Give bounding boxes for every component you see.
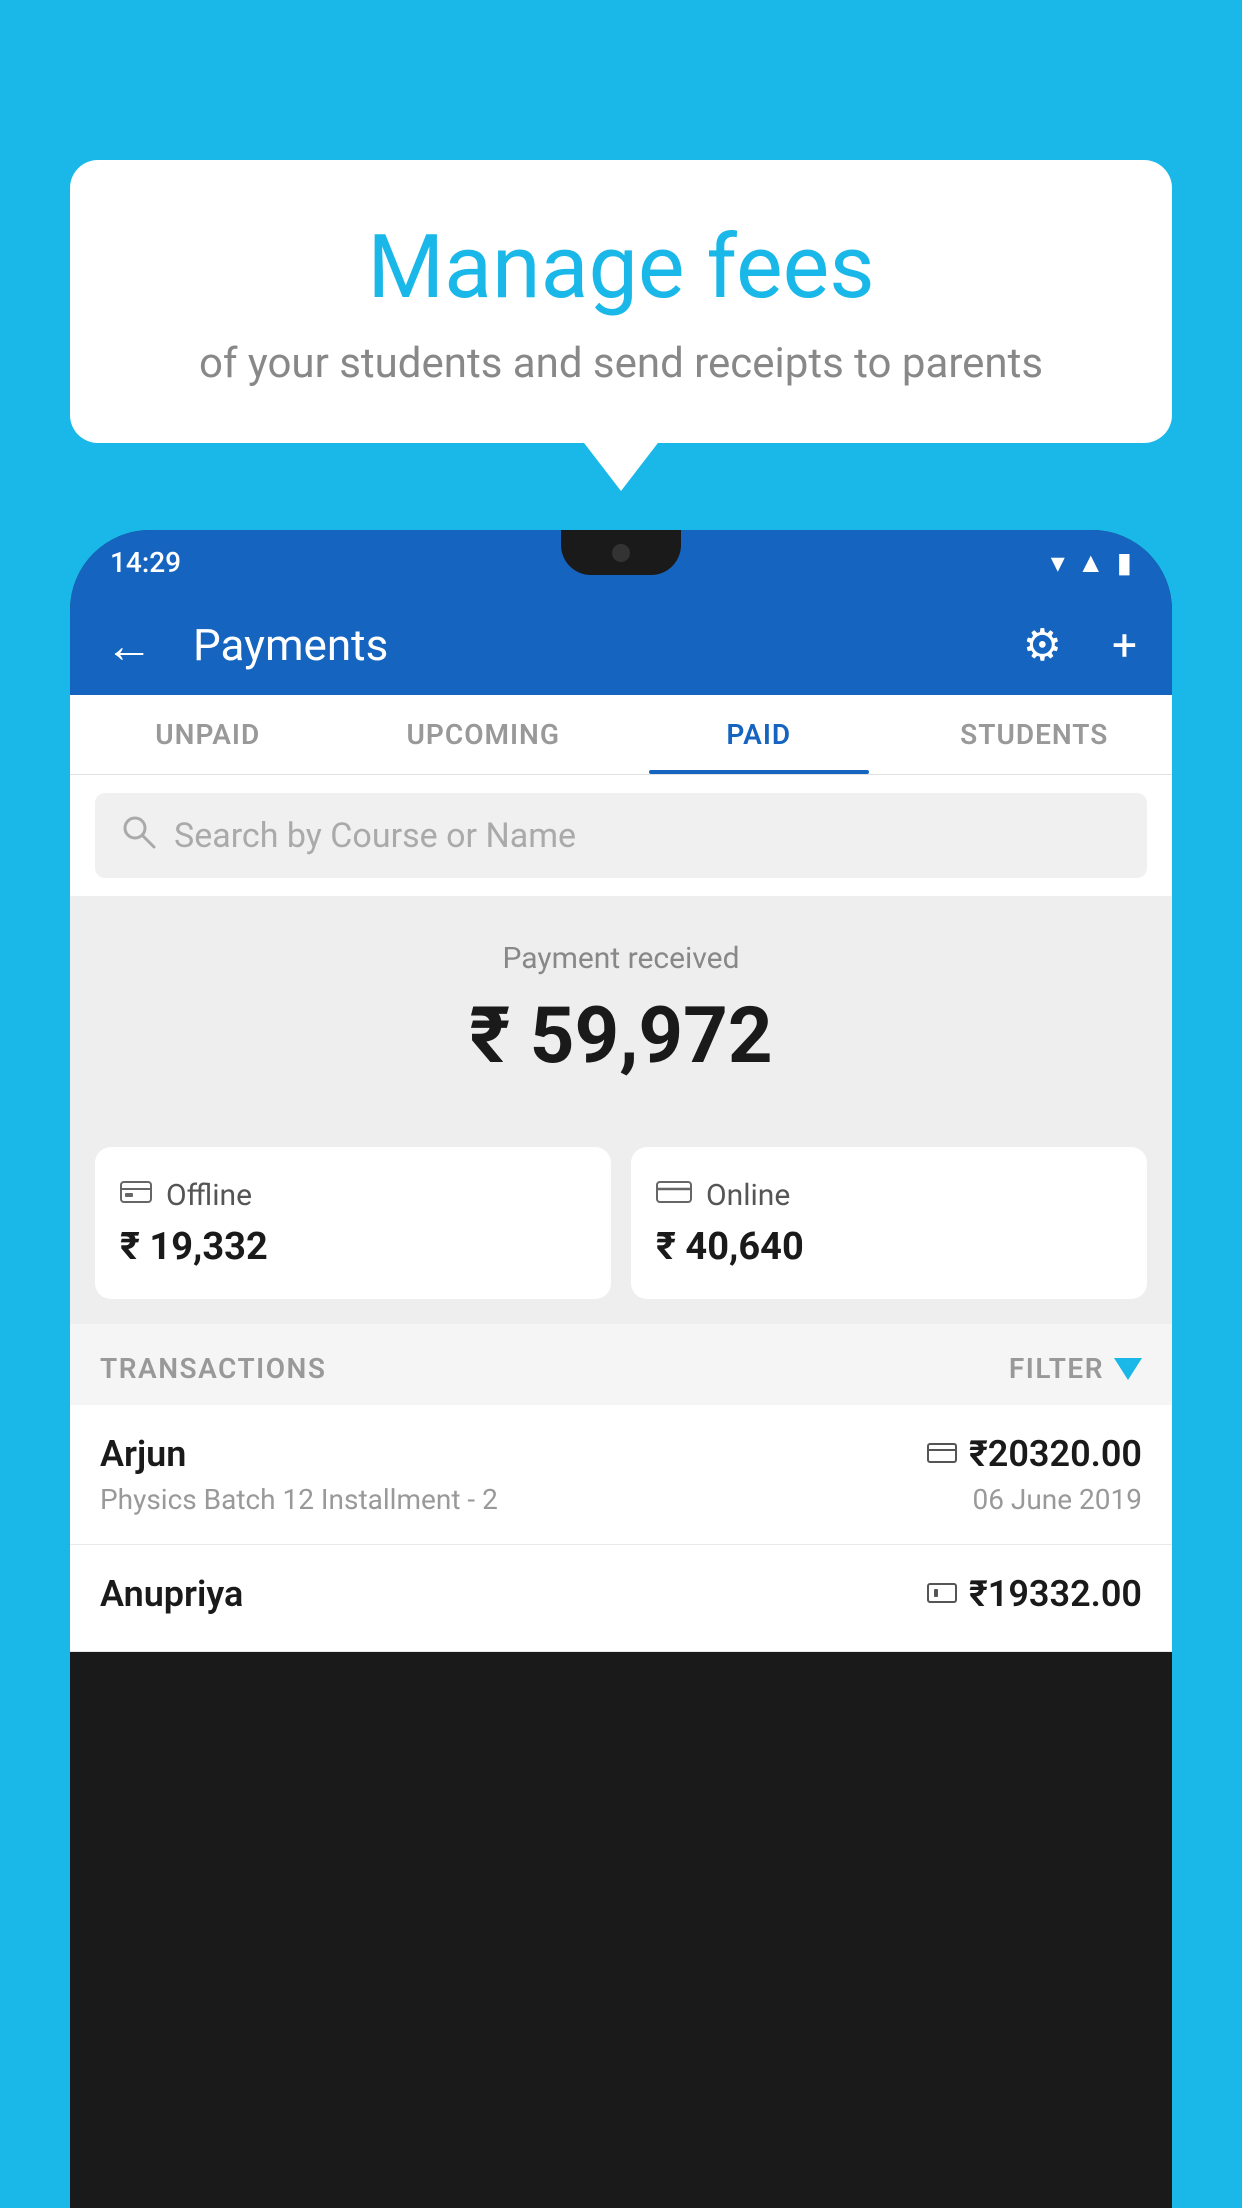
online-card-top: Online [656, 1177, 1122, 1213]
filter-button[interactable]: FILTER [1009, 1352, 1142, 1385]
offline-amount: ₹ 19,332 [120, 1225, 586, 1269]
status-icons: ▾ ▲ ▮ [1051, 546, 1132, 579]
camera [612, 544, 630, 562]
battery-icon: ▮ [1117, 546, 1132, 579]
transaction-amount-value: ₹19332.00 [969, 1573, 1142, 1615]
phone-frame: 14:29 ▾ ▲ ▮ ← Payments ⚙ + UNPAID UPCOMI… [70, 530, 1172, 2208]
transaction-row[interactable]: Anupriya ₹19332.00 [70, 1545, 1172, 1652]
payment-received-label: Payment received [70, 941, 1172, 976]
search-bar-wrap: Search by Course or Name [70, 775, 1172, 896]
tab-upcoming[interactable]: UPCOMING [346, 695, 622, 774]
phone-notch [561, 530, 681, 575]
status-time: 14:29 [110, 546, 181, 579]
online-amount: ₹ 40,640 [656, 1225, 1122, 1269]
tabs-bar: UNPAID UPCOMING PAID STUDENTS [70, 695, 1172, 775]
tab-paid[interactable]: PAID [621, 695, 897, 774]
online-label: Online [706, 1178, 790, 1213]
offline-icon [120, 1177, 152, 1213]
bubble-title: Manage fees [120, 220, 1122, 317]
filter-triangle-icon [1114, 1358, 1142, 1380]
tab-unpaid[interactable]: UNPAID [70, 695, 346, 774]
filter-label: FILTER [1009, 1352, 1104, 1385]
transaction-amount-value: ₹20320.00 [969, 1433, 1142, 1475]
app-header: ← Payments ⚙ + [70, 595, 1172, 695]
offline-card: Offline ₹ 19,332 [95, 1147, 611, 1299]
transaction-amount: ₹19332.00 [927, 1573, 1142, 1615]
online-icon [656, 1177, 692, 1213]
status-bar: 14:29 ▾ ▲ ▮ [70, 530, 1172, 595]
back-button[interactable]: ← [105, 617, 153, 674]
transactions-header: TRANSACTIONS FILTER [70, 1324, 1172, 1405]
speech-bubble: Manage fees of your students and send re… [70, 160, 1172, 443]
search-placeholder: Search by Course or Name [174, 816, 576, 856]
search-icon [120, 813, 156, 858]
cards-row: Offline ₹ 19,332 Online ₹ 40,640 [70, 1127, 1172, 1324]
app-content: Search by Course or Name Payment receive… [70, 775, 1172, 1652]
cash-payment-icon [927, 1578, 957, 1611]
wifi-icon: ▾ [1051, 546, 1065, 579]
signal-icon: ▲ [1077, 546, 1105, 579]
transaction-top: Arjun ₹20320.00 [100, 1433, 1142, 1475]
transaction-bottom: Physics Batch 12 Installment - 2 06 June… [100, 1483, 1142, 1516]
transaction-row[interactable]: Arjun ₹20320.00 Physics Batch 12 Install… [70, 1405, 1172, 1545]
transaction-course: Physics Batch 12 Installment - 2 [100, 1483, 498, 1516]
online-card: Online ₹ 40,640 [631, 1147, 1147, 1299]
transaction-date: 06 June 2019 [972, 1483, 1142, 1516]
offline-label: Offline [166, 1178, 252, 1213]
bubble-subtitle: of your students and send receipts to pa… [120, 339, 1122, 388]
search-bar[interactable]: Search by Course or Name [95, 793, 1147, 878]
transaction-name: Arjun [100, 1433, 186, 1475]
settings-button[interactable]: ⚙ [1023, 619, 1062, 671]
payment-received-section: Payment received ₹ 59,972 [70, 896, 1172, 1127]
header-title: Payments [193, 619, 993, 671]
transaction-name: Anupriya [100, 1573, 243, 1615]
transaction-top: Anupriya ₹19332.00 [100, 1573, 1142, 1615]
offline-card-top: Offline [120, 1177, 586, 1213]
transaction-amount: ₹20320.00 [927, 1433, 1142, 1475]
tab-students[interactable]: STUDENTS [897, 695, 1173, 774]
payment-amount: ₹ 59,972 [70, 991, 1172, 1082]
card-payment-icon [927, 1438, 957, 1471]
add-button[interactable]: + [1112, 619, 1137, 671]
transactions-label: TRANSACTIONS [100, 1352, 326, 1385]
